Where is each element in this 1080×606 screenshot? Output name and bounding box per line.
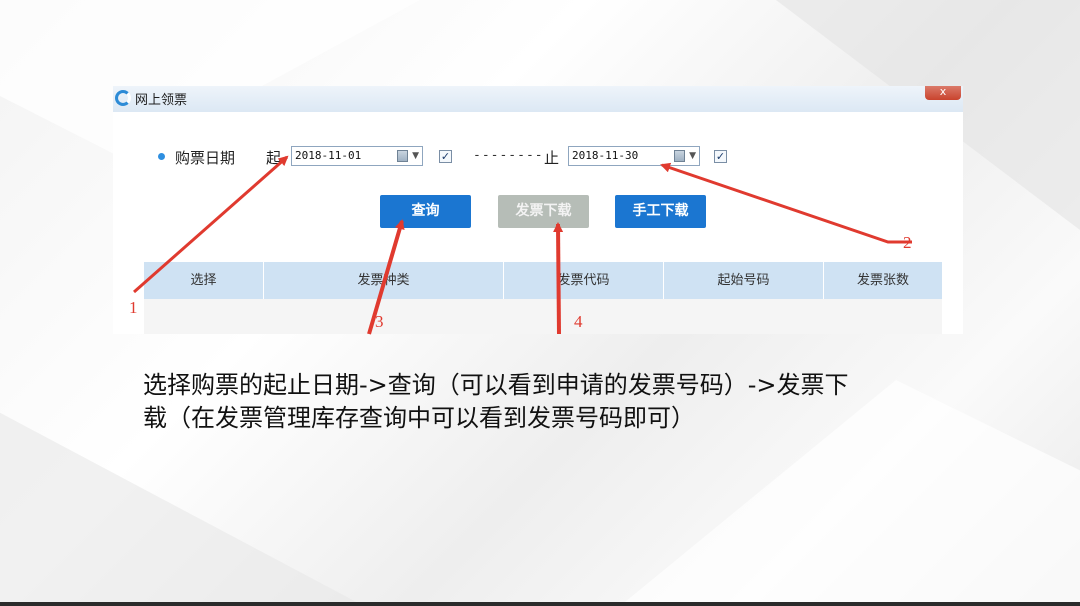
annotation-marker-1: 1	[129, 298, 138, 317]
column-header-invoice-type[interactable]: 发票种类	[264, 262, 504, 299]
start-date-picker[interactable]: 2018-11-01 ▼	[291, 146, 423, 166]
purchase-date-label: 购票日期	[175, 149, 236, 167]
app-logo-icon	[115, 90, 131, 106]
start-date-value: 2018-11-01	[295, 149, 362, 162]
close-button[interactable]: x	[925, 86, 961, 100]
column-header-invoice-code[interactable]: 发票代码	[504, 262, 664, 299]
query-button[interactable]: 查询	[380, 195, 471, 228]
caption-line-2: 载（在发票管理库存查询中可以看到发票号码即可）	[143, 404, 695, 432]
annotation-marker-2: 2	[903, 233, 912, 252]
end-date-value: 2018-11-30	[572, 149, 639, 162]
slide-caption: 选择购票的起止日期->查询（可以看到申请的发票号码）->发票下 载（在发票管理库…	[143, 369, 943, 435]
start-date-checkbox[interactable]: ✓	[439, 150, 452, 163]
invoice-download-button[interactable]: 发票下载	[498, 195, 589, 228]
calendar-icon[interactable]	[674, 150, 685, 162]
slide-bottom-rule	[0, 602, 1080, 606]
end-date-picker[interactable]: 2018-11-30 ▼	[568, 146, 700, 166]
end-date-checkbox[interactable]: ✓	[714, 150, 727, 163]
manual-download-button[interactable]: 手工下载	[615, 195, 706, 228]
end-label: 止	[544, 149, 560, 167]
column-header-invoice-count[interactable]: 发票张数	[824, 262, 942, 299]
column-header-select[interactable]: 选择	[144, 262, 264, 299]
chevron-down-icon[interactable]: ▼	[412, 151, 419, 161]
caption-line-1: 选择购票的起止日期->查询（可以看到申请的发票号码）->发票下	[143, 371, 849, 399]
dialog-title: 网上领票	[135, 93, 188, 108]
start-label: 起	[266, 149, 282, 167]
online-ticket-dialog: 网上领票 x 购票日期 起 2018-11-01 ▼ ✓ -------- 止 …	[113, 86, 963, 334]
invoice-table-header: 选择 发票种类 发票代码 起始号码 发票张数	[144, 262, 942, 299]
bullet-icon	[158, 153, 165, 160]
annotation-marker-4: 4	[574, 312, 583, 331]
annotation-marker-3: 3	[375, 312, 384, 331]
invoice-table-body	[144, 299, 942, 334]
date-range-separator: --------	[473, 148, 544, 163]
dialog-titlebar: 网上领票 x	[113, 86, 963, 112]
chevron-down-icon[interactable]: ▼	[689, 151, 696, 161]
calendar-icon[interactable]	[397, 150, 408, 162]
column-header-start-number[interactable]: 起始号码	[664, 262, 824, 299]
